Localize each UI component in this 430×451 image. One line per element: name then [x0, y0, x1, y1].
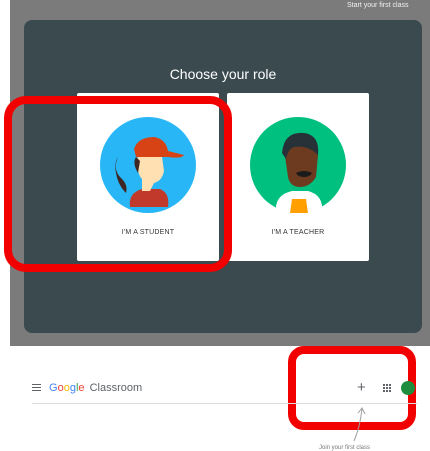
google-classroom-logo[interactable]: Google Classroom [49, 382, 142, 394]
top-hint-text: Start your first class [347, 2, 409, 9]
highlight-box-student [4, 96, 232, 272]
teacher-avatar-icon [250, 117, 346, 213]
classroom-app-bar: Google Classroom + [32, 375, 417, 404]
google-wordmark: Google [49, 382, 85, 394]
join-class-hint: Join your first class [319, 445, 371, 451]
classroom-wordmark: Classroom [89, 382, 143, 394]
create-or-join-plus-icon[interactable]: + [357, 380, 366, 395]
teacher-role-label: I'M A TEACHER [271, 229, 325, 236]
teacher-role-card[interactable]: I'M A TEACHER [227, 93, 369, 261]
hamburger-menu-icon[interactable] [32, 384, 41, 391]
account-avatar-icon[interactable] [401, 381, 415, 395]
pointer-arrow-icon [353, 407, 366, 442]
dialog-title: Choose your role [169, 66, 277, 82]
google-apps-grid-icon[interactable] [383, 384, 391, 392]
